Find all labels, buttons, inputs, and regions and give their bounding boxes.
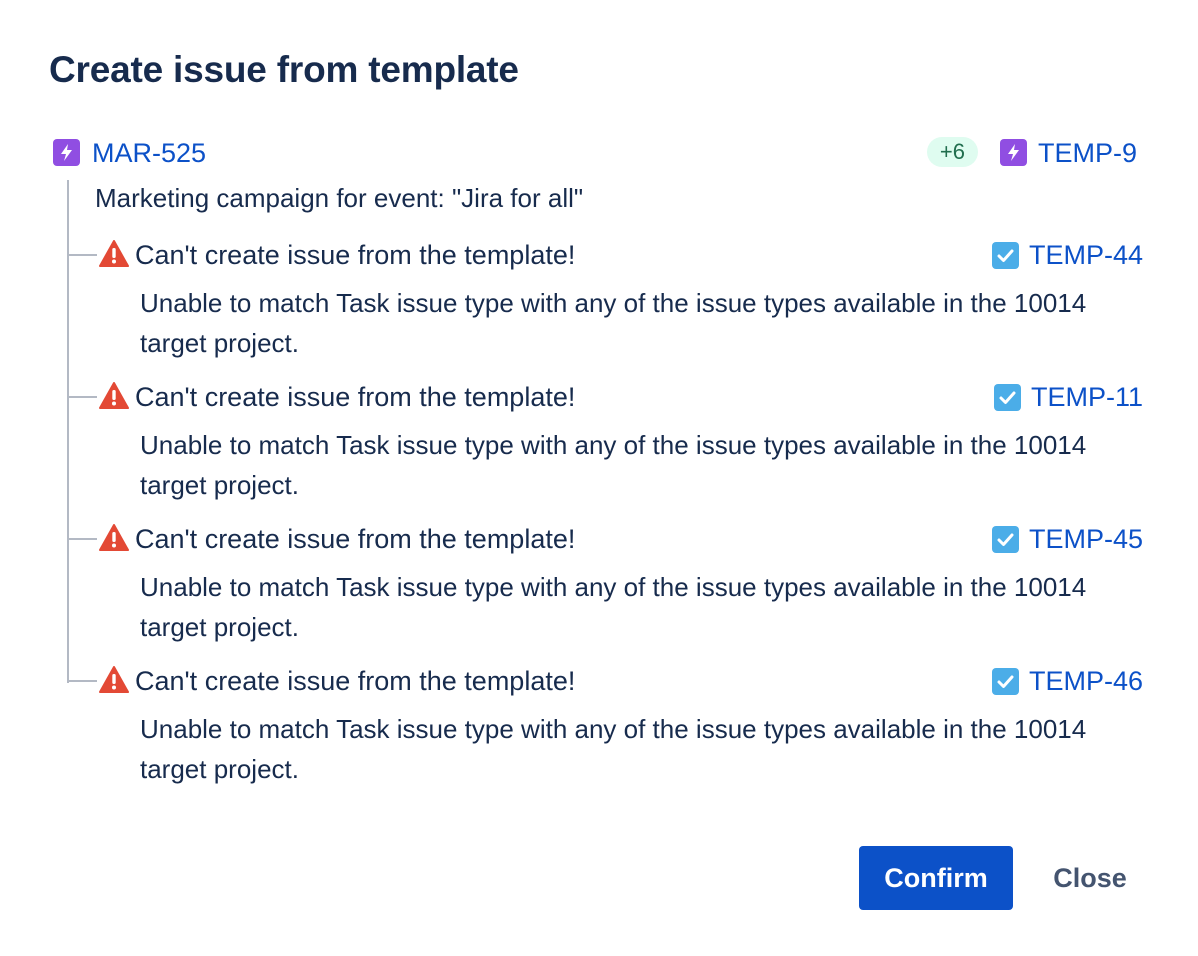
error-title: Can't create issue from the template!: [135, 666, 576, 696]
task-checkbox-icon: [991, 526, 1019, 553]
tree-branch: [69, 538, 97, 540]
warning-icon: [99, 381, 129, 411]
target-issue-link[interactable]: TEMP-11: [1031, 382, 1143, 412]
warning-icon: [99, 523, 129, 553]
dialog-title: Create issue from template: [49, 49, 519, 90]
task-checkbox-icon: [993, 384, 1021, 411]
target-issue: TEMP-11: [993, 381, 1143, 413]
target-issue-link[interactable]: TEMP-46: [1029, 666, 1143, 696]
target-issue: TEMP-44: [991, 239, 1143, 271]
parent-issue-link[interactable]: MAR-525: [92, 136, 206, 170]
parent-issue-row: MAR-525 +6 TEMP-9: [53, 136, 1143, 170]
error-message: Unable to match Task issue type with any…: [140, 714, 1087, 784]
task-checkbox-icon: [991, 242, 1019, 269]
epic-lightning-icon: [1000, 139, 1027, 166]
epic-lightning-icon: [53, 139, 80, 166]
warning-icon: [99, 239, 129, 269]
create-issue-dialog: Create issue from template MAR-525 +6 TE…: [0, 0, 1198, 956]
tree-branch: [69, 396, 97, 398]
close-button[interactable]: Close: [1030, 846, 1150, 910]
error-message: Unable to match Task issue type with any…: [140, 430, 1087, 500]
target-epic-link[interactable]: TEMP-9: [1038, 138, 1137, 168]
error-message: Unable to match Task issue type with any…: [140, 572, 1087, 642]
target-issue: TEMP-46: [991, 665, 1143, 697]
parent-summary: Marketing campaign for event: "Jira for …: [95, 183, 584, 213]
tree-branch: [69, 254, 97, 256]
more-count-badge[interactable]: +6: [926, 137, 978, 167]
target-issue-link[interactable]: TEMP-44: [1029, 240, 1143, 270]
task-checkbox-icon: [991, 668, 1019, 695]
target-epic: TEMP-9: [1000, 136, 1143, 170]
warning-icon: [99, 665, 129, 695]
confirm-button[interactable]: Confirm: [859, 846, 1013, 910]
error-title: Can't create issue from the template!: [135, 240, 576, 270]
error-title: Can't create issue from the template!: [135, 524, 576, 554]
target-issue-link[interactable]: TEMP-45: [1029, 524, 1143, 554]
error-title: Can't create issue from the template!: [135, 382, 576, 412]
error-message: Unable to match Task issue type with any…: [140, 288, 1087, 358]
tree-branch: [69, 680, 97, 682]
target-issue: TEMP-45: [991, 523, 1143, 555]
